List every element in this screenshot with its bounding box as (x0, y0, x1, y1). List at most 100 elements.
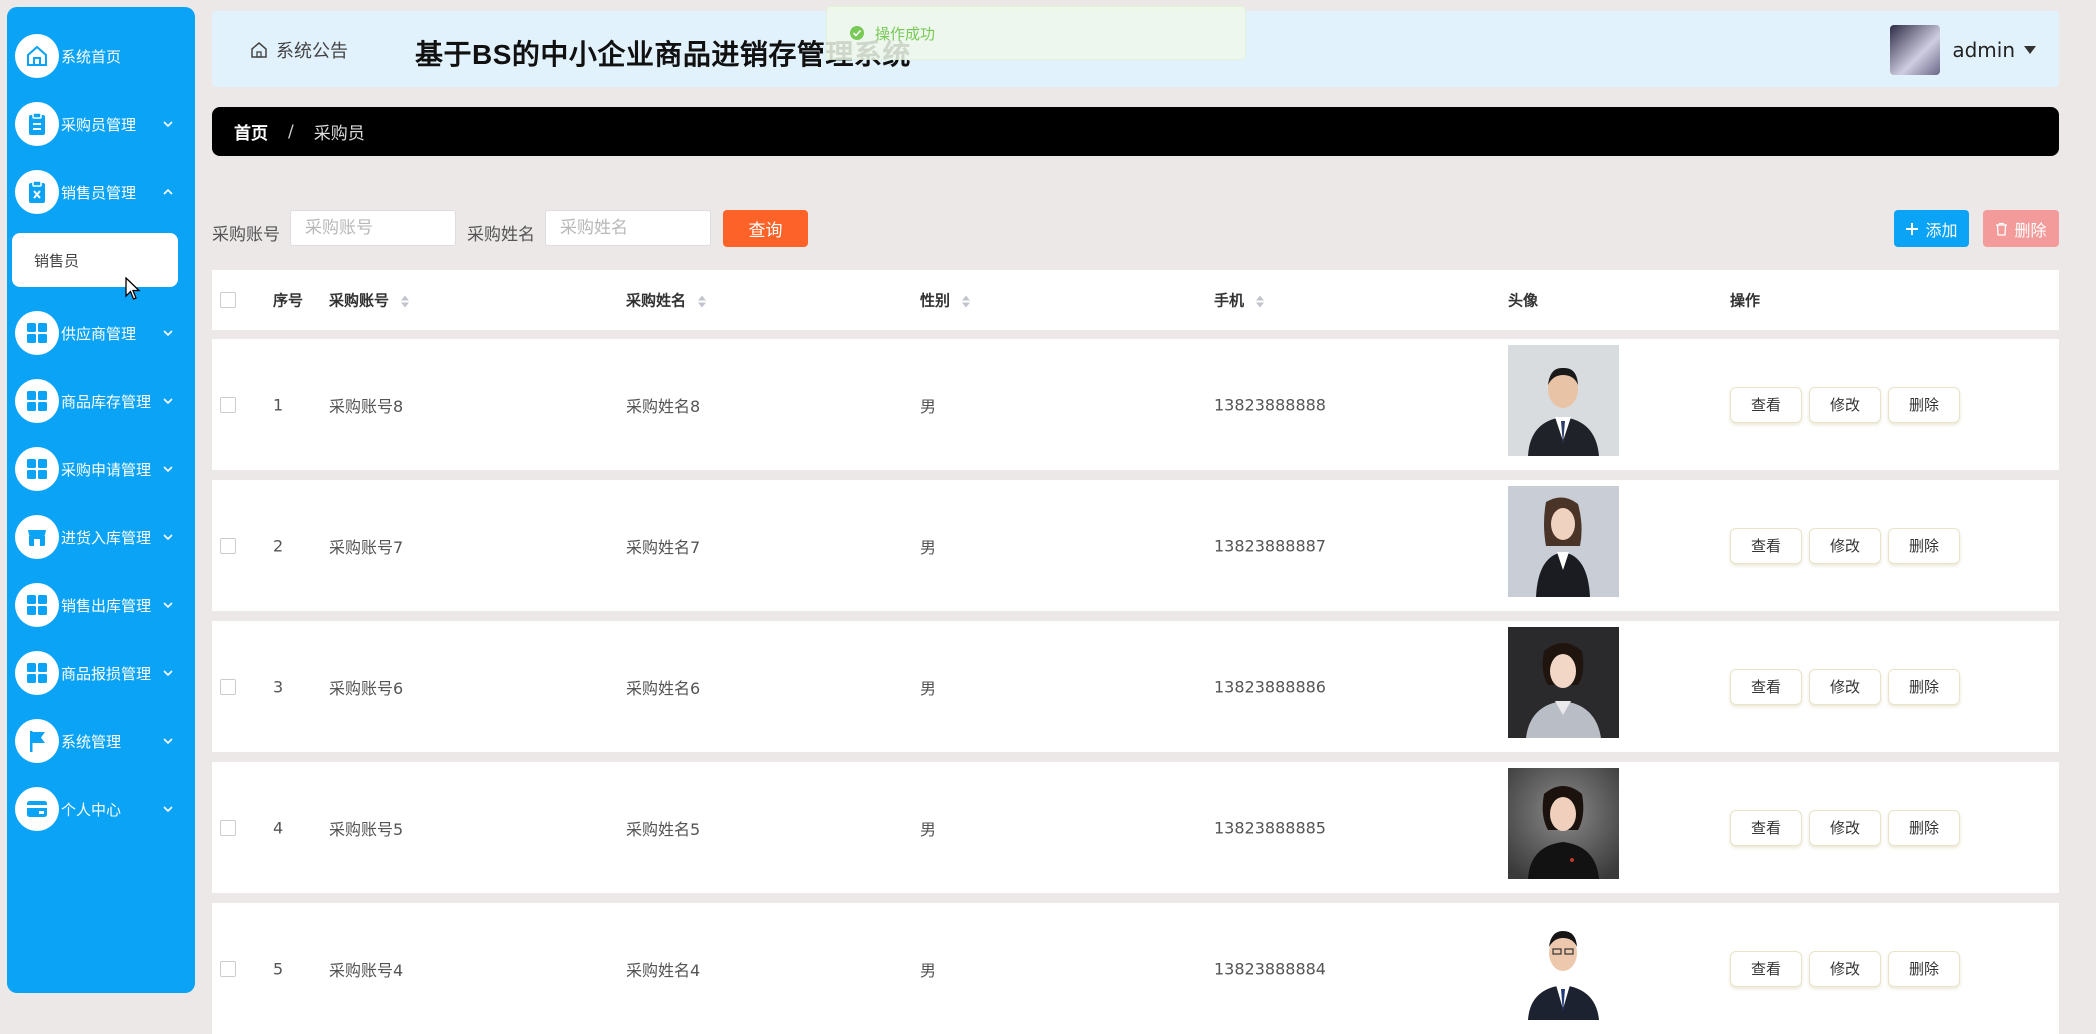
chevron-down-icon (163, 670, 173, 677)
row-checkbox[interactable] (220, 819, 236, 836)
nav-item-home[interactable]: 系统首页 (15, 32, 187, 80)
nav-item-profile[interactable]: 个人中心 (15, 785, 187, 833)
nav-item-stock-in[interactable]: 进货入库管理 (15, 513, 187, 561)
breadcrumb-home[interactable]: 首页 (234, 119, 268, 144)
select-all-checkbox[interactable] (220, 292, 236, 308)
nav-label: 商品库存管理 (61, 392, 152, 411)
sub-item-salesperson[interactable]: 销售员 (12, 233, 178, 287)
account-search-input[interactable] (290, 210, 456, 246)
nav-item-damage[interactable]: 商品报损管理 (15, 649, 187, 697)
column-header-label: 手机 (1214, 291, 1245, 310)
view-button[interactable]: 查看 (1730, 386, 1802, 423)
flag-icon (15, 719, 59, 763)
grid-icon (15, 651, 59, 695)
delete-button[interactable]: 删除 (1888, 668, 1960, 705)
edit-button[interactable]: 修改 (1809, 668, 1881, 705)
search-bar: 采购账号 采购姓名 查询 添加 删除 (212, 210, 2059, 248)
sort-icon (698, 295, 707, 307)
view-button[interactable]: 查看 (1730, 527, 1802, 564)
view-button[interactable]: 查看 (1730, 950, 1802, 987)
name-search-input[interactable] (545, 210, 711, 246)
cell-index: 5 (273, 959, 284, 978)
chevron-down-icon (163, 398, 173, 405)
grid-icon (15, 447, 59, 491)
edit-button[interactable]: 修改 (1809, 950, 1881, 987)
chevron-down-icon (163, 466, 173, 473)
table-header: 序号 采购账号 采购姓名 性别 手机 头像 操作 (212, 270, 2059, 330)
avatar-photo[interactable] (1508, 627, 1619, 738)
nav-item-inventory[interactable]: 商品库存管理 (15, 377, 187, 425)
cell-name: 采购姓名5 (626, 819, 701, 839)
cell-name: 采购姓名6 (626, 678, 701, 698)
edit-button[interactable]: 修改 (1809, 527, 1881, 564)
table-row: 2 采购账号7 采购姓名7 男 13823888887 查看 修改 删除 (212, 480, 2059, 611)
shop-icon (15, 515, 59, 559)
query-button[interactable]: 查询 (723, 210, 808, 247)
batch-delete-button[interactable]: 删除 (1983, 210, 2059, 247)
cell-name: 采购姓名8 (626, 396, 701, 416)
grid-icon (15, 379, 59, 423)
breadcrumb-separator: / (288, 121, 294, 142)
column-header-actions: 操作 (1730, 291, 1761, 310)
nav-item-stock-out[interactable]: 销售出库管理 (15, 581, 187, 629)
delete-button[interactable]: 删除 (1888, 950, 1960, 987)
card-icon (15, 787, 59, 831)
edit-button[interactable]: 修改 (1809, 386, 1881, 423)
row-checkbox[interactable] (220, 678, 236, 695)
nav-item-purchaser[interactable]: 采购员管理 (15, 100, 187, 148)
avatar-photo[interactable] (1508, 909, 1619, 1020)
add-button[interactable]: 添加 (1894, 210, 1969, 247)
nav-item-system[interactable]: 系统管理 (15, 717, 187, 765)
row-checkbox[interactable] (220, 960, 236, 977)
cell-phone: 13823888884 (1214, 959, 1326, 978)
row-checkbox[interactable] (220, 537, 236, 554)
mouse-cursor-icon (125, 277, 141, 300)
table-row: 1 采购账号8 采购姓名8 男 13823888888 查看 修改 删除 (212, 339, 2059, 470)
cell-account: 采购账号8 (329, 396, 404, 416)
cell-index: 4 (273, 818, 284, 837)
column-header-avatar: 头像 (1508, 291, 1539, 310)
delete-button[interactable]: 删除 (1888, 527, 1960, 564)
delete-button[interactable]: 删除 (1888, 809, 1960, 846)
nav-item-salesperson[interactable]: 销售员管理 (15, 168, 187, 216)
chevron-down-icon (163, 738, 173, 745)
column-header-index: 序号 (273, 291, 304, 310)
nav-label: 系统管理 (61, 732, 122, 751)
success-toast: 操作成功 (826, 6, 1246, 60)
nav-item-supplier[interactable]: 供应商管理 (15, 309, 187, 357)
view-button[interactable]: 查看 (1730, 809, 1802, 846)
avatar-photo[interactable] (1508, 345, 1619, 456)
home-icon (15, 34, 59, 78)
column-header-gender[interactable]: 性别 (920, 290, 971, 311)
row-actions: 查看 修改 删除 (1730, 809, 1960, 846)
chevron-up-icon (163, 188, 173, 195)
breadcrumb-current: 采购员 (313, 124, 365, 144)
cell-gender: 男 (920, 960, 937, 980)
nav-label: 供应商管理 (61, 324, 137, 343)
column-header-label: 采购账号 (329, 291, 390, 310)
delete-button-label: 删除 (2014, 220, 2047, 240)
user-menu[interactable]: admin (1890, 25, 2037, 75)
column-header-name[interactable]: 采购姓名 (626, 290, 707, 311)
check-circle-icon (850, 26, 864, 40)
edit-button[interactable]: 修改 (1809, 809, 1881, 846)
row-checkbox[interactable] (220, 396, 236, 413)
breadcrumb: 首页 / 采购员 (212, 107, 2059, 156)
delete-button[interactable]: 删除 (1888, 386, 1960, 423)
column-header-phone[interactable]: 手机 (1214, 290, 1265, 311)
column-header-account[interactable]: 采购账号 (329, 290, 410, 311)
avatar-photo[interactable] (1508, 486, 1619, 597)
sort-icon (401, 295, 410, 307)
cell-account: 采购账号4 (329, 960, 404, 980)
chevron-down-icon (163, 121, 173, 128)
nav-label: 销售出库管理 (61, 596, 152, 615)
avatar-photo[interactable] (1508, 768, 1619, 879)
cell-account: 采购账号6 (329, 678, 404, 698)
system-notice-link[interactable]: 系统公告 (250, 37, 348, 63)
sort-icon (962, 295, 971, 307)
table-row: 5 采购账号4 采购姓名4 男 13823888884 查看 修改 删除 (212, 903, 2059, 1034)
system-notice-label: 系统公告 (276, 41, 348, 62)
cell-gender: 男 (920, 537, 937, 557)
view-button[interactable]: 查看 (1730, 668, 1802, 705)
nav-item-purchase-request[interactable]: 采购申请管理 (15, 445, 187, 493)
